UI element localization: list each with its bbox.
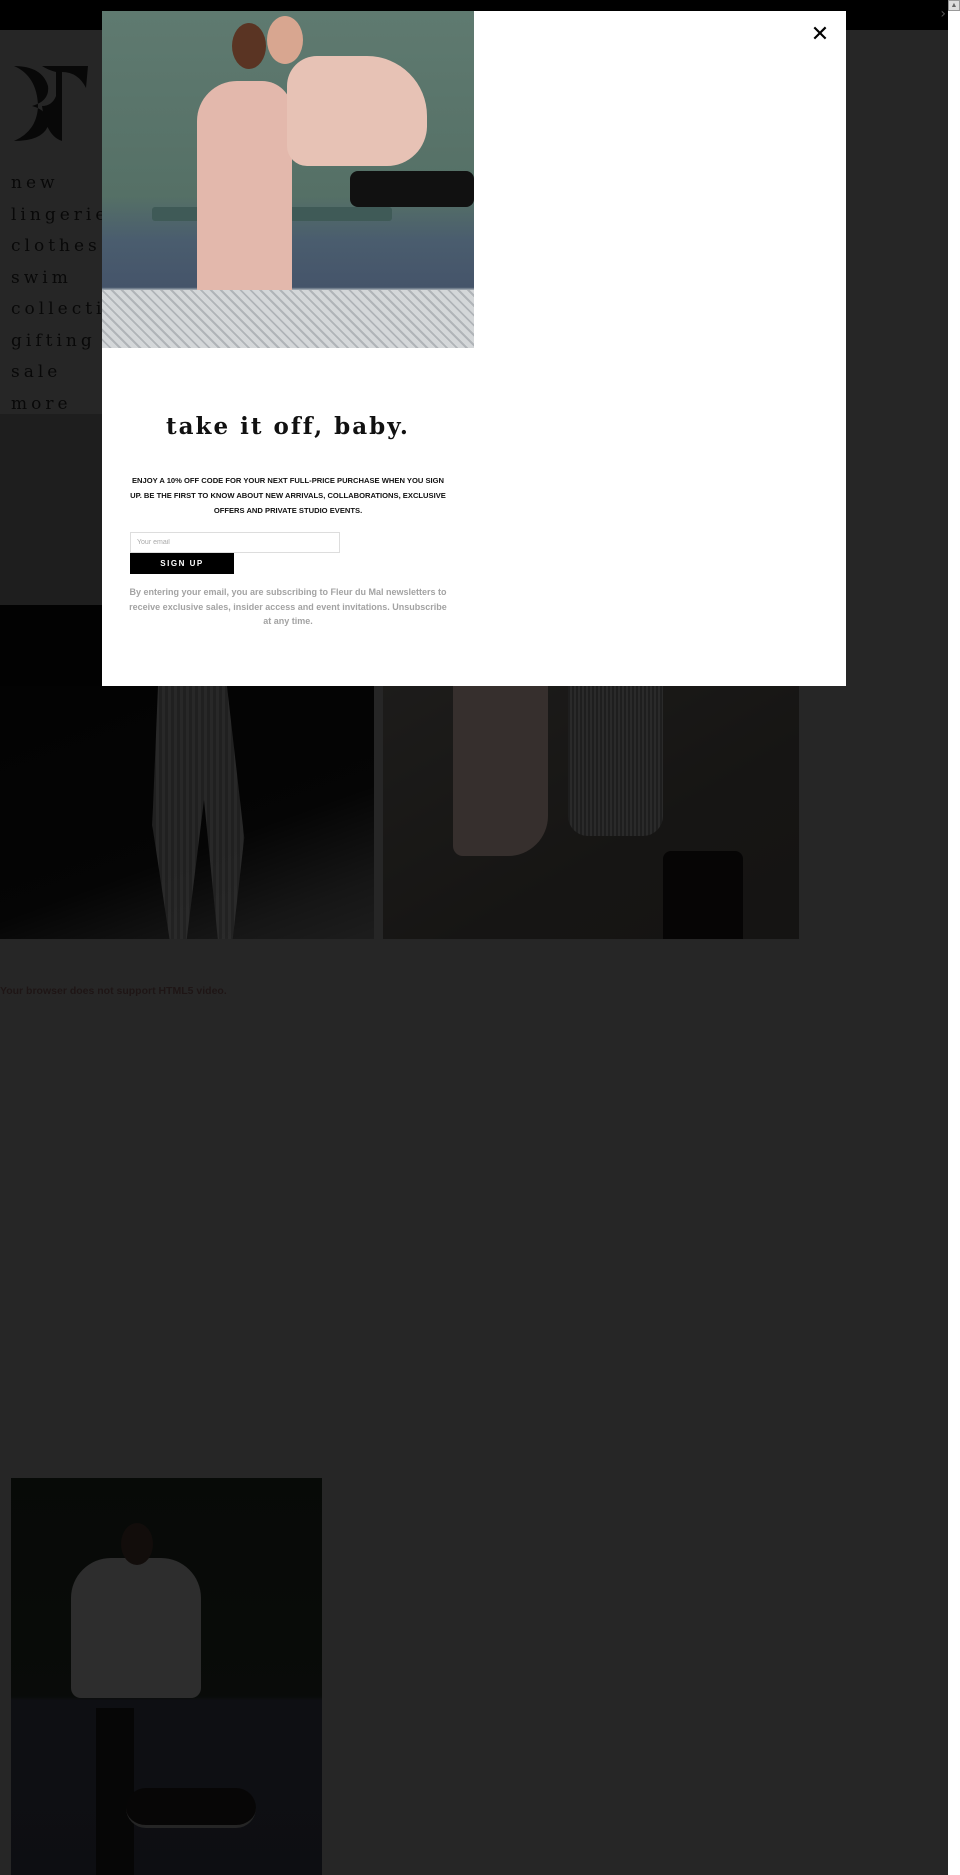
modal-campaign-photo	[102, 11, 474, 348]
signup-button[interactable]: SIGN UP	[130, 553, 234, 574]
scroll-up-arrow-icon[interactable]: ▲	[948, 0, 960, 11]
photo-detail	[232, 23, 266, 69]
page-scrollbar[interactable]: ▲	[948, 0, 960, 1875]
subscription-disclaimer: By entering your email, you are subscrib…	[129, 587, 447, 626]
newsletter-modal: ✕ take it off, baby. ENJOY A 10% OFF COD…	[102, 11, 846, 686]
photo-detail	[287, 56, 427, 166]
modal-title: take it off, baby.	[166, 413, 410, 440]
close-icon[interactable]: ✕	[808, 23, 832, 47]
modal-description: ENJOY A 10% OFF CODE FOR YOUR NEXT FULL-…	[130, 476, 446, 515]
photo-detail	[350, 171, 474, 207]
photo-detail	[267, 16, 303, 64]
photo-detail	[102, 290, 474, 348]
email-input[interactable]	[130, 532, 340, 553]
next-arrow-icon[interactable]: ›	[940, 6, 946, 22]
